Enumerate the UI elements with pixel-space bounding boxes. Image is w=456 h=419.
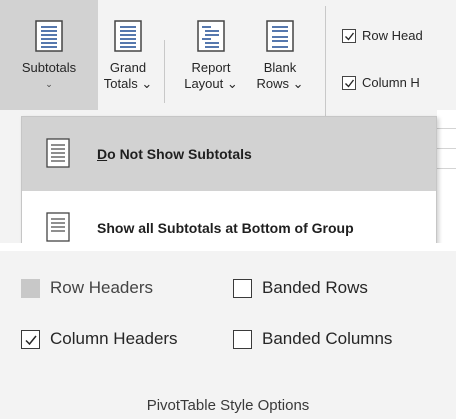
report-layout-icon: [197, 20, 225, 52]
row-headers-label: Row Headers: [50, 278, 153, 297]
pivottable-design-ribbon: Subtotals ⌄ Grand Totals ⌄ Report Layout…: [0, 0, 456, 243]
grand-totals-label-1: Grand: [109, 60, 147, 75]
checkmark-icon: [25, 335, 37, 345]
pivottable-style-options-group: Row Headers Banded Rows Column Headers B…: [0, 251, 456, 419]
banded-columns-label: Banded Columns: [262, 329, 393, 348]
image-gap: [0, 243, 456, 251]
group-label: PivotTable Style Options: [146, 397, 310, 414]
worksheet-background: [437, 110, 456, 243]
menu-item-label: Do Not Show Subtotals: [97, 146, 252, 162]
subtotals-dropdown-menu: Do Not Show Subtotals Show all Subtotals…: [21, 116, 437, 243]
banded-columns-checkbox[interactable]: Banded Columns: [233, 329, 392, 349]
banded-rows-checkbox[interactable]: Banded Rows: [233, 278, 368, 298]
report-layout-label-1: Report: [191, 60, 231, 75]
ribbon-separator: [164, 40, 165, 103]
checkbox-box: [233, 329, 252, 349]
ribbon-row-headers-label: Row Head: [362, 28, 423, 43]
banded-rows-label: Banded Rows: [262, 278, 368, 297]
grand-totals-button[interactable]: Grand Totals ⌄: [98, 0, 158, 110]
checkmark-icon: [345, 79, 355, 88]
subtotals-bottom-icon: [46, 212, 70, 242]
menu-item-subtotals-bottom[interactable]: Show all Subtotals at Bottom of Group: [22, 191, 436, 243]
accelerator-key: D: [97, 146, 108, 162]
blank-rows-button[interactable]: Blank Rows ⌄: [250, 0, 310, 110]
ribbon-column-headers-label: Column H: [362, 75, 420, 90]
no-subtotals-icon: [46, 138, 70, 168]
menu-item-label-rest: o Not Show Subtotals: [107, 146, 252, 162]
menu-item-do-not-show-subtotals[interactable]: Do Not Show Subtotals: [22, 117, 436, 191]
subtotals-button[interactable]: Subtotals ⌄: [0, 0, 98, 110]
checkbox-box: [342, 28, 356, 43]
checkbox-box: [233, 278, 252, 298]
subtotals-icon: [35, 20, 63, 52]
checkbox-box: [21, 329, 40, 349]
row-headers-checkbox[interactable]: Row Headers: [21, 278, 153, 298]
blank-rows-label-1: Blank: [263, 60, 297, 75]
ribbon-row-headers-checkbox[interactable]: Row Head: [342, 28, 423, 43]
chevron-down-icon: ⌄: [45, 79, 53, 89]
subtotals-label: Subtotals: [21, 60, 77, 75]
checkmark-icon: [345, 32, 355, 41]
checkbox-box: [342, 75, 356, 90]
menu-item-label: Show all Subtotals at Bottom of Group: [97, 220, 354, 236]
grand-totals-label-2: Totals ⌄: [103, 76, 153, 91]
blank-rows-label-2: Rows ⌄: [256, 76, 304, 91]
blank-rows-icon: [266, 20, 294, 52]
column-headers-checkbox[interactable]: Column Headers: [21, 329, 178, 349]
report-layout-label-2: Layout ⌄: [184, 76, 238, 91]
grand-totals-icon: [114, 20, 142, 52]
ribbon-group-separator: [325, 6, 326, 116]
column-headers-label: Column Headers: [50, 329, 178, 348]
ribbon-column-headers-checkbox[interactable]: Column H: [342, 75, 420, 90]
checkbox-box: [21, 278, 40, 298]
report-layout-button[interactable]: Report Layout ⌄: [176, 0, 246, 110]
